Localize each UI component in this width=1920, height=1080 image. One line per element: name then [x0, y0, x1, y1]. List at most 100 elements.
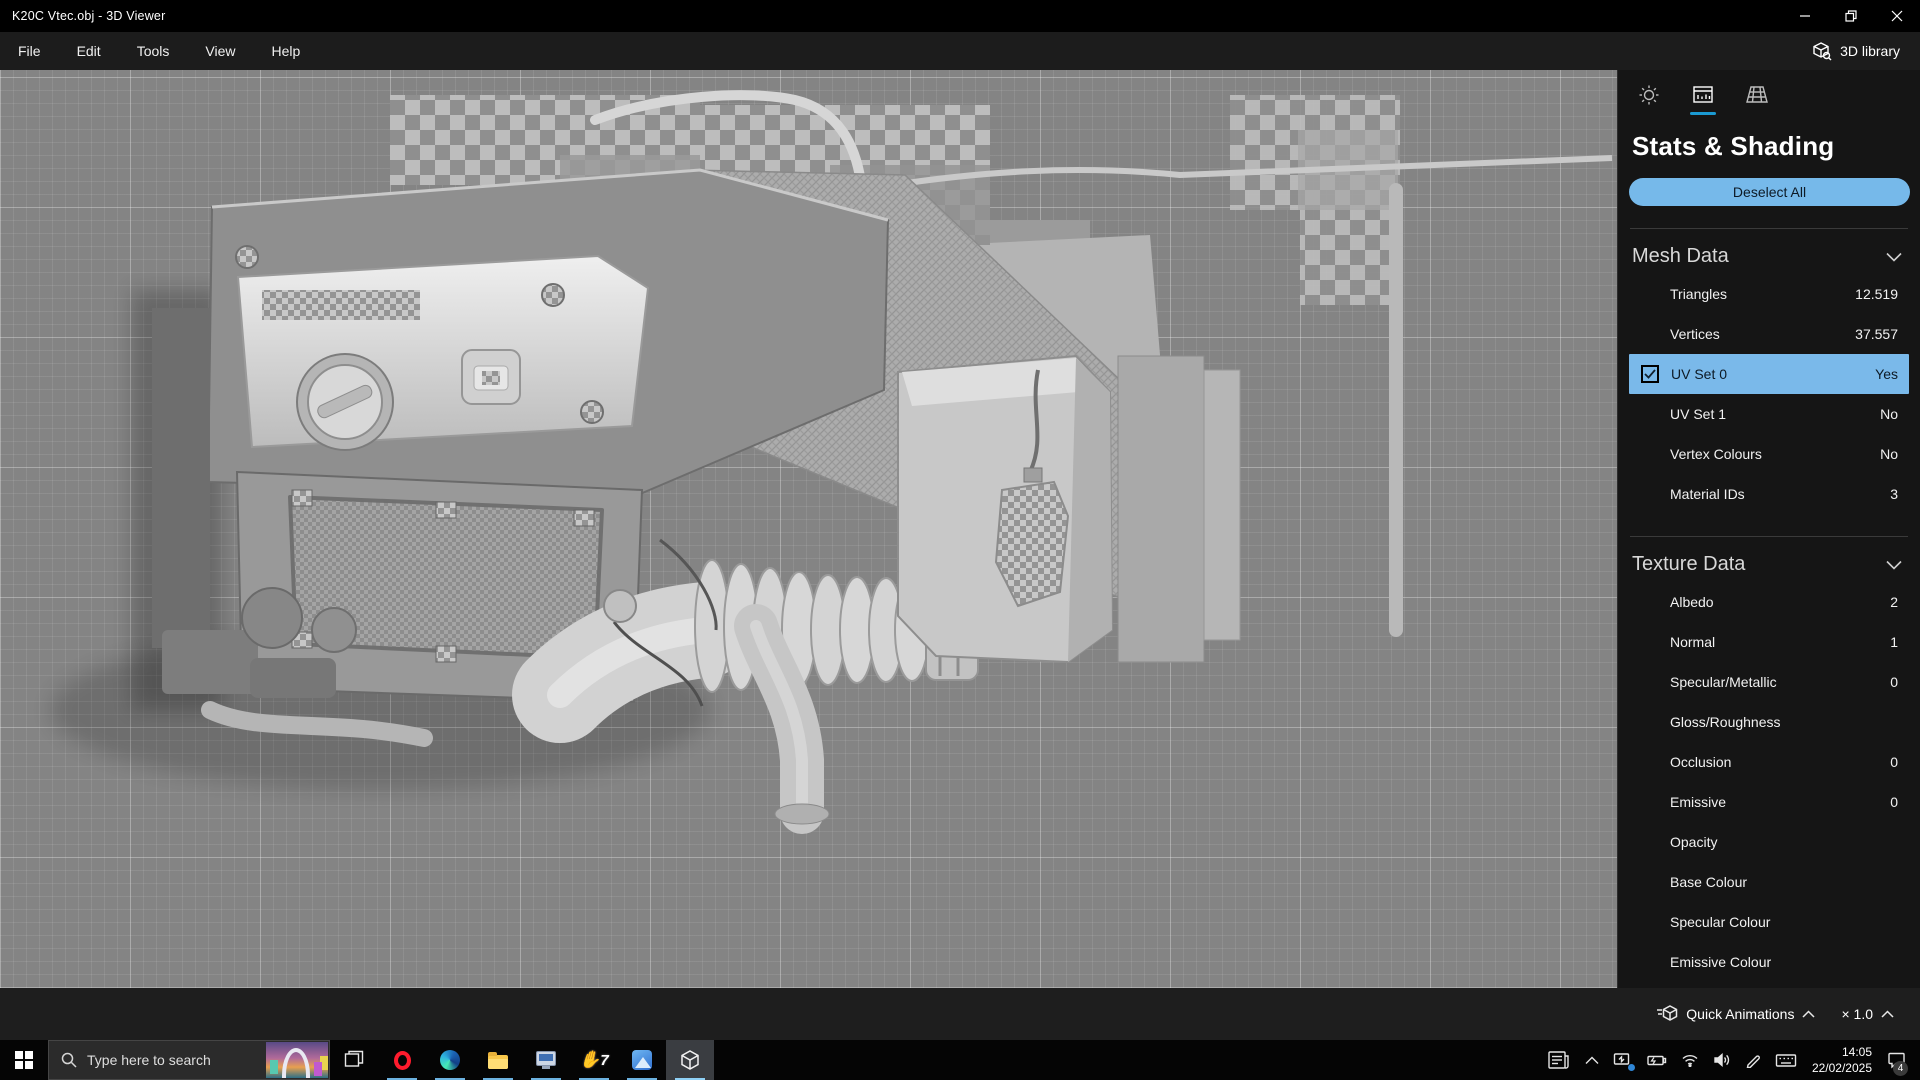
menu-help[interactable]: Help — [253, 32, 318, 70]
notification-badge: 4 — [1893, 1061, 1908, 1076]
engine-model[interactable] — [0, 70, 1617, 988]
stat-row-uv-set-0[interactable]: UV Set 0 Yes — [1629, 354, 1909, 394]
search-input[interactable] — [87, 1052, 247, 1068]
taskbar-photos[interactable] — [618, 1040, 666, 1080]
stat-label: Triangles — [1670, 286, 1728, 302]
texture-data-header[interactable]: Texture Data — [1618, 537, 1920, 582]
file-explorer-icon — [488, 1051, 508, 1069]
taskbar-3d-viewer[interactable] — [666, 1040, 714, 1080]
restore-button[interactable] — [1828, 0, 1874, 32]
stat-label: Emissive — [1670, 794, 1727, 810]
stat-row-opacity[interactable]: Opacity — [1618, 822, 1920, 862]
stat-label: Specular/Metallic — [1670, 674, 1777, 690]
stat-row-occlusion[interactable]: Occlusion 0 — [1618, 742, 1920, 782]
touch-keyboard-button[interactable] — [1768, 1040, 1804, 1080]
stat-label: Emissive Colour — [1670, 954, 1772, 970]
taskbar-clock[interactable]: 14:05 22/02/2025 — [1804, 1044, 1880, 1076]
start-button[interactable] — [0, 1040, 48, 1080]
tab-underline-active — [1690, 112, 1716, 115]
stat-row-specular-colour[interactable]: Specular Colour — [1618, 902, 1920, 942]
uv-set-0-labelwrap: UV Set 0 — [1641, 365, 1727, 383]
menu-edit[interactable]: Edit — [59, 32, 119, 70]
menu-bar: File Edit Tools View Help 3D library — [0, 32, 1920, 70]
stat-label: Occlusion — [1670, 754, 1732, 770]
stat-row-vertices[interactable]: Vertices 37.557 — [1618, 314, 1920, 354]
bottom-bar: Quick Animations × 1.0 — [0, 988, 1920, 1040]
tab-stats-shading[interactable] — [1688, 84, 1718, 115]
stat-row-albedo[interactable]: Albedo 2 — [1618, 582, 1920, 622]
tab-lighting[interactable] — [1634, 84, 1664, 115]
menu-tools[interactable]: Tools — [119, 32, 188, 70]
search-daily-image[interactable] — [266, 1042, 328, 1078]
quick-animations-label: Quick Animations — [1686, 1006, 1795, 1022]
chevron-down-icon — [1886, 252, 1902, 262]
stat-row-uv-set-1[interactable]: UV Set 1 No — [1618, 394, 1920, 434]
photos-icon — [632, 1050, 652, 1070]
quick-animations-control[interactable]: Quick Animations — [1656, 1005, 1815, 1023]
volume-button[interactable] — [1706, 1040, 1738, 1080]
cube-search-icon — [1813, 42, 1832, 61]
search-icon — [61, 1052, 77, 1068]
taskbar-7zip[interactable]: ✋7 — [570, 1040, 618, 1080]
close-button[interactable] — [1874, 0, 1920, 32]
3d-library-label: 3D library — [1840, 43, 1900, 59]
stat-row-normal[interactable]: Normal 1 — [1618, 622, 1920, 662]
taskbar-edge[interactable] — [426, 1040, 474, 1080]
stat-row-material-ids[interactable]: Material IDs 3 — [1618, 474, 1920, 514]
task-view-button[interactable] — [330, 1040, 378, 1080]
stat-row-gloss-roughness[interactable]: Gloss/Roughness — [1618, 702, 1920, 742]
uv-set-0-checkbox[interactable] — [1641, 365, 1659, 383]
stat-label: Material IDs — [1670, 486, 1745, 502]
taskbar-search-box[interactable] — [48, 1040, 330, 1080]
texture-data-title: Texture Data — [1632, 553, 1746, 575]
3d-library-button[interactable]: 3D library — [1802, 37, 1910, 65]
battery-charging-icon — [1647, 1055, 1667, 1066]
speaker-icon — [1714, 1052, 1730, 1068]
stat-row-vertex-colours[interactable]: Vertex Colours No — [1618, 434, 1920, 474]
monitor-icon — [536, 1051, 556, 1069]
notification-center-button[interactable]: 4 — [1880, 1040, 1914, 1080]
sun-icon — [1639, 85, 1659, 105]
animated-cube-icon — [1657, 1005, 1678, 1021]
chevron-up-icon — [1585, 1056, 1599, 1064]
deselect-all-button[interactable]: Deselect All — [1629, 178, 1910, 206]
minimize-icon — [1800, 15, 1810, 17]
title-bar: K20C Vtec.obj - 3D Viewer — [0, 0, 1920, 32]
minimize-button[interactable] — [1782, 0, 1828, 32]
stat-value: 3 — [1890, 486, 1898, 502]
close-icon — [1891, 10, 1903, 22]
clock-date: 22/02/2025 — [1811, 1061, 1872, 1075]
stat-value: 0 — [1890, 674, 1898, 690]
stat-row-emissive-colour[interactable]: Emissive Colour — [1618, 942, 1920, 982]
battery-button[interactable] — [1638, 1040, 1674, 1080]
taskbar-file-explorer[interactable] — [474, 1040, 522, 1080]
pen-icon — [1746, 1055, 1760, 1068]
news-widget-button[interactable] — [1540, 1040, 1578, 1080]
display-sync-button[interactable] — [1606, 1040, 1638, 1080]
stat-value: 2 — [1890, 594, 1898, 610]
tab-grid[interactable] — [1742, 84, 1772, 115]
menu-view[interactable]: View — [187, 32, 253, 70]
mesh-data-header[interactable]: Mesh Data — [1618, 229, 1920, 274]
taskbar-pc-app[interactable] — [522, 1040, 570, 1080]
stat-row-base-colour[interactable]: Base Colour — [1618, 862, 1920, 902]
tray-overflow-button[interactable] — [1578, 1040, 1606, 1080]
stat-row-triangles[interactable]: Triangles 12.519 — [1618, 274, 1920, 314]
pen-button[interactable] — [1738, 1040, 1768, 1080]
stat-value: Yes — [1875, 366, 1898, 382]
restore-icon — [1845, 10, 1857, 22]
stat-label: Vertex Colours — [1670, 446, 1762, 462]
stats-panel: Stats & Shading Deselect All Mesh Data T… — [1617, 70, 1920, 988]
wifi-icon — [1682, 1054, 1698, 1067]
wifi-button[interactable] — [1674, 1040, 1706, 1080]
stat-row-specular-metallic[interactable]: Specular/Metallic 0 — [1618, 662, 1920, 702]
taskbar-opera[interactable] — [378, 1040, 426, 1080]
stat-row-emissive[interactable]: Emissive 0 — [1618, 782, 1920, 822]
stat-value: 37.557 — [1855, 326, 1898, 342]
system-tray: 14:05 22/02/2025 4 — [1540, 1040, 1920, 1080]
animation-speed-control[interactable]: × 1.0 — [1841, 1006, 1894, 1022]
menu-file[interactable]: File — [0, 32, 59, 70]
mesh-data-title: Mesh Data — [1632, 245, 1729, 267]
3d-viewport[interactable] — [0, 70, 1617, 988]
3d-viewer-cube-icon — [681, 1050, 699, 1070]
